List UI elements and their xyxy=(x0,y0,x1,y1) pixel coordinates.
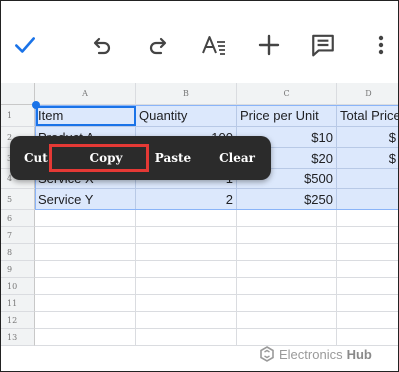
redo-icon[interactable] xyxy=(142,29,174,61)
column-header-b[interactable]: B xyxy=(136,83,237,105)
select-all-corner[interactable] xyxy=(1,83,35,105)
cell-c5[interactable]: $250 xyxy=(237,189,337,210)
empty-cell[interactable] xyxy=(136,261,237,278)
menu-item-cut[interactable]: Cut xyxy=(24,136,64,180)
empty-cell[interactable] xyxy=(136,329,237,346)
empty-cell[interactable] xyxy=(136,295,237,312)
empty-cell[interactable] xyxy=(237,210,337,227)
cell-d2[interactable]: $ xyxy=(337,127,398,148)
row-header-8[interactable]: 8 xyxy=(1,244,35,261)
column-header-d[interactable]: D xyxy=(337,83,398,105)
empty-cell[interactable] xyxy=(237,312,337,329)
menu-item-copy[interactable]: Copy xyxy=(62,136,150,180)
row-header-11[interactable]: 11 xyxy=(1,295,35,312)
column-header-c[interactable]: C xyxy=(237,83,337,105)
cell-context-menu: Cut Copy Paste Clear xyxy=(10,136,271,180)
cell-d5[interactable] xyxy=(337,189,398,210)
menu-item-clear[interactable]: Clear xyxy=(214,136,260,180)
more-vert-icon[interactable] xyxy=(365,29,397,61)
empty-cell[interactable] xyxy=(136,312,237,329)
selection-drag-handle[interactable] xyxy=(32,101,40,109)
text-format-icon[interactable] xyxy=(198,29,230,61)
row-header-12[interactable]: 12 xyxy=(1,312,35,329)
empty-cell[interactable] xyxy=(35,295,136,312)
screenshot-frame: A B C D 1 2 3 4 5 6 7 8 9 10 11 12 13 It… xyxy=(0,0,399,372)
empty-cell[interactable] xyxy=(337,244,398,261)
row-header-7[interactable]: 7 xyxy=(1,227,35,244)
watermark: Electronics Hub xyxy=(259,344,372,364)
cell-b1[interactable]: Quantity xyxy=(136,105,237,127)
cell-b5[interactable]: 2 xyxy=(136,189,237,210)
empty-cell[interactable] xyxy=(35,329,136,346)
empty-cell[interactable] xyxy=(35,312,136,329)
cell-c1[interactable]: Price per Unit xyxy=(237,105,337,127)
row-header-9[interactable]: 9 xyxy=(1,261,35,278)
empty-cell[interactable] xyxy=(35,244,136,261)
empty-cell[interactable] xyxy=(136,244,237,261)
row-header-6[interactable]: 6 xyxy=(1,210,35,227)
empty-cell[interactable] xyxy=(337,312,398,329)
sheets-toolbar xyxy=(1,1,398,83)
spreadsheet-grid[interactable]: A B C D 1 2 3 4 5 6 7 8 9 10 11 12 13 It… xyxy=(1,83,398,371)
empty-cell[interactable] xyxy=(337,261,398,278)
comment-icon[interactable] xyxy=(307,29,339,61)
empty-cell[interactable] xyxy=(237,227,337,244)
row-header-1[interactable]: 1 xyxy=(1,105,35,127)
undo-icon[interactable] xyxy=(86,29,118,61)
cell-d1[interactable]: Total Price xyxy=(337,105,398,127)
hub-logo-icon xyxy=(260,346,274,362)
check-icon[interactable] xyxy=(9,29,41,61)
empty-cell[interactable] xyxy=(237,244,337,261)
cell-a1[interactable]: Item xyxy=(35,105,136,127)
empty-cell[interactable] xyxy=(35,261,136,278)
row-header-5[interactable]: 5 xyxy=(1,189,35,210)
row-header-10[interactable]: 10 xyxy=(1,278,35,295)
empty-cell[interactable] xyxy=(136,227,237,244)
empty-cell[interactable] xyxy=(337,210,398,227)
cell-d4[interactable] xyxy=(337,169,398,189)
empty-cell[interactable] xyxy=(337,295,398,312)
watermark-text-bold: Hub xyxy=(346,346,372,362)
column-header-a[interactable]: A xyxy=(35,83,136,105)
empty-cell[interactable] xyxy=(237,295,337,312)
cell-d3[interactable]: $ xyxy=(337,148,398,169)
empty-cell[interactable] xyxy=(136,278,237,295)
insert-icon[interactable] xyxy=(253,29,285,61)
empty-cell[interactable] xyxy=(337,278,398,295)
empty-cell[interactable] xyxy=(35,278,136,295)
empty-cell[interactable] xyxy=(35,210,136,227)
empty-cell[interactable] xyxy=(237,278,337,295)
empty-cell[interactable] xyxy=(237,261,337,278)
empty-cell[interactable] xyxy=(337,227,398,244)
menu-item-paste[interactable]: Paste xyxy=(148,136,198,180)
cell-a5[interactable]: Service Y xyxy=(35,189,136,210)
empty-cell[interactable] xyxy=(136,210,237,227)
row-header-13[interactable]: 13 xyxy=(1,329,35,346)
watermark-text: Electronics xyxy=(279,346,343,362)
empty-cell[interactable] xyxy=(35,227,136,244)
